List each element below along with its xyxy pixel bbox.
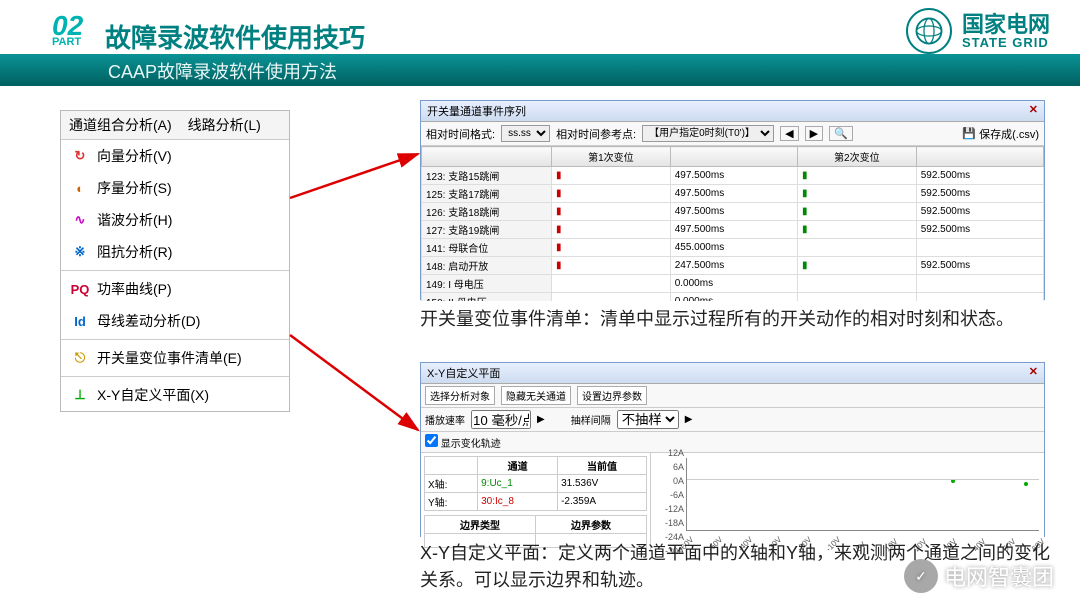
menu-item-label: 功率曲线(P) [97, 279, 172, 299]
menu-item-label: 母线差动分析(D) [97, 311, 200, 331]
panel-title-text: 开关量通道事件序列 [427, 103, 526, 119]
menu-item-label: X-Y自定义平面(X) [97, 385, 209, 405]
show-trace-checkbox[interactable]: 显示变化轨迹 [425, 434, 501, 450]
panel2-toolbar: 选择分析对象 隐藏无关通道 设置边界参数 [421, 384, 1044, 408]
play-icon[interactable]: ▶ [537, 414, 545, 425]
rate-label: 播放速率 [425, 412, 465, 427]
close-icon[interactable]: ✕ [1029, 103, 1038, 119]
sample-select[interactable]: 不抽样 [617, 410, 679, 429]
save-csv-button[interactable]: 💾 保存成(.csv) [962, 126, 1039, 142]
menu-tab[interactable]: 通道组合分析(A) [61, 111, 180, 139]
xy-icon: ⊥ [71, 386, 89, 404]
table-row[interactable]: 125: 支路17跳闸▮497.500ms▮592.500ms [422, 185, 1044, 203]
nav-btn[interactable]: ◀ [780, 126, 798, 141]
fmt-select[interactable]: ss.ss [501, 125, 550, 142]
menu-item[interactable]: ∿ 谐波分析(H) [61, 204, 289, 236]
menu-item[interactable]: ⊥ X-Y自定义平面(X) [61, 379, 289, 411]
seq-icon: ◐ [71, 179, 89, 197]
table-row[interactable]: 126: 支路18跳闸▮497.500ms▮592.500ms [422, 203, 1044, 221]
watermark-text: 电网智囊团 [944, 560, 1054, 592]
harm-icon: ∿ [71, 211, 89, 229]
arrow-icon [290, 150, 430, 200]
part-label: PART [52, 36, 83, 48]
nav-btn[interactable]: ▶ [805, 126, 823, 141]
close-icon[interactable]: ✕ [1029, 365, 1038, 381]
table-row[interactable]: 149: I 母电压0.000ms [422, 275, 1044, 293]
sample-label: 抽样间隔 [571, 412, 611, 427]
wechat-icon: ✓ [904, 559, 938, 593]
switch-events-panel: 开关量通道事件序列 ✕ 相对时间格式: ss.ss 相对时间参考点: 【用户指定… [420, 100, 1045, 300]
play-icon[interactable]: ▶ [685, 414, 693, 425]
imp-icon: ※ [71, 243, 89, 261]
events-table: 第1次变位第2次变位123: 支路15跳闸▮497.500ms▮592.500m… [421, 146, 1044, 301]
pq-icon: PQ [71, 280, 89, 298]
xy-channel-table: 通道当前值 X轴:9:Uc_131.536V Y轴:30:Ic_8-2.359A [424, 456, 647, 511]
xy-plane-panel: X-Y自定义平面 ✕ 选择分析对象 隐藏无关通道 设置边界参数 播放速率 ▶ 抽… [420, 362, 1045, 537]
menu-item-label: 开关量变位事件清单(E) [97, 348, 242, 368]
panel-titlebar: 开关量通道事件序列 ✕ [421, 101, 1044, 122]
panel2-toolbar3: 显示变化轨迹 [421, 432, 1044, 453]
watermark: ✓ 电网智囊团 [904, 559, 1054, 593]
panel1-toolbar: 相对时间格式: ss.ss 相对时间参考点: 【用户指定0时刻(T0')】 ◀ … [421, 122, 1044, 146]
arrow-icon [290, 335, 430, 435]
menu-item[interactable]: PQ 功率曲线(P) [61, 273, 289, 305]
globe-icon [906, 8, 952, 54]
page-title: 故障录波软件使用技巧 [105, 18, 365, 55]
menu-popup: 通道组合分析(A) 线路分析(L) ↻ 向量分析(V) ◐ 序量分析(S) ∿ 谐波分析(… [60, 110, 290, 412]
menu-item-label: 序量分析(S) [97, 178, 172, 198]
id-icon: Id [71, 312, 89, 330]
menu-item[interactable]: ※ 阻抗分析(R) [61, 236, 289, 268]
state-grid-logo: 国家电网 STATE GRID [906, 8, 1050, 54]
fmt-label: 相对时间格式: [426, 126, 495, 142]
panel-titlebar: X-Y自定义平面 ✕ [421, 363, 1044, 384]
caption-switch-events: 开关量变位事件清单：清单中显示过程所有的开关动作的相对时刻和状态。 [420, 306, 1050, 333]
page-subtitle: CAAP故障录波软件使用方法 [108, 58, 337, 84]
table-row[interactable]: 141: 母联合位▮455.000ms [422, 239, 1044, 257]
xy-config-pane: 通道当前值 X轴:9:Uc_131.536V Y轴:30:Ic_8-2.359A… [421, 453, 651, 551]
menu-tab[interactable]: 线路分析(L) [180, 111, 269, 139]
ref-label: 相对时间参考点: [556, 126, 636, 142]
menu-item[interactable]: ◐ 序量分析(S) [61, 172, 289, 204]
table-row[interactable]: 123: 支路15跳闸▮497.500ms▮592.500ms [422, 167, 1044, 185]
table-row[interactable]: 150: II 母电压0.000ms [422, 293, 1044, 302]
xy-plot[interactable]: 12A6A0A-6A-12A-18A-24A-30A -60V-50V-40V-… [651, 453, 1044, 551]
menu-item[interactable]: ⎋ 开关量变位事件清单(E) [61, 342, 289, 374]
menu-item-label: 阻抗分析(R) [97, 242, 172, 262]
vector-icon: ↻ [71, 147, 89, 165]
rate-input[interactable] [471, 410, 531, 429]
menu-header: 通道组合分析(A) 线路分析(L) [61, 111, 289, 140]
panel-title-text: X-Y自定义平面 [427, 365, 500, 381]
search-btn[interactable]: 🔍 [829, 126, 853, 141]
switch-icon: ⎋ [71, 349, 89, 367]
ref-select[interactable]: 【用户指定0时刻(T0')】 [642, 125, 774, 142]
select-target-button[interactable]: 选择分析对象 [425, 386, 495, 405]
table-row[interactable]: 148: 启动开放▮247.500ms▮592.500ms [422, 257, 1044, 275]
menu-item[interactable]: ↻ 向量分析(V) [61, 140, 289, 172]
table-row[interactable]: 127: 支路19跳闸▮497.500ms▮592.500ms [422, 221, 1044, 239]
logo-en: STATE GRID [962, 36, 1050, 49]
hide-channel-button[interactable]: 隐藏无关通道 [501, 386, 571, 405]
menu-item-label: 谐波分析(H) [97, 210, 172, 230]
menu-item[interactable]: Id 母线差动分析(D) [61, 305, 289, 337]
part-badge: 02 PART [52, 10, 83, 48]
menu-item-label: 向量分析(V) [97, 146, 172, 166]
boundary-button[interactable]: 设置边界参数 [577, 386, 647, 405]
logo-cn: 国家电网 [962, 14, 1050, 36]
panel2-toolbar2: 播放速率 ▶ 抽样间隔 不抽样 ▶ [421, 408, 1044, 432]
